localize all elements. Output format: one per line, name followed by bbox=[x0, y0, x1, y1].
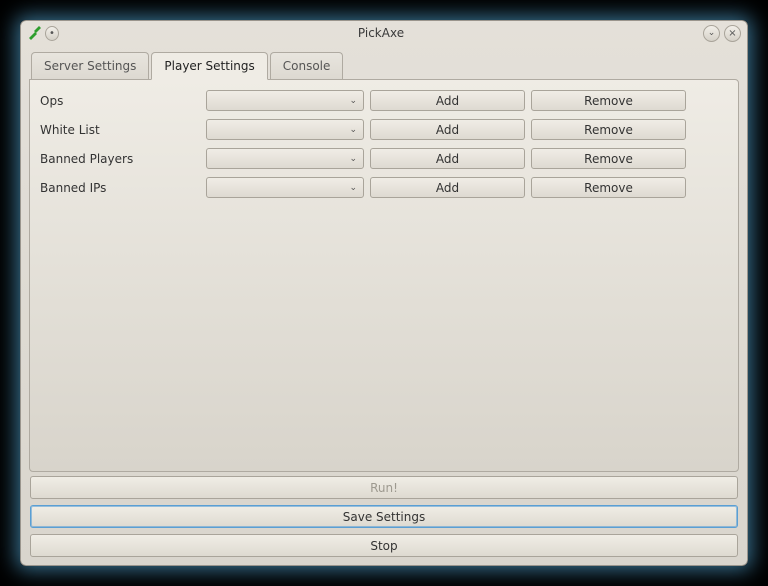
run-button: Run! bbox=[30, 476, 738, 499]
stop-button[interactable]: Stop bbox=[30, 534, 738, 557]
banned-players-add-button[interactable]: Add bbox=[370, 148, 525, 169]
banned-ips-row: Banned IPs ⌄ Add Remove bbox=[40, 177, 728, 198]
ops-dropdown[interactable]: ⌄ bbox=[206, 90, 364, 111]
chevron-down-icon: ⌄ bbox=[349, 183, 357, 193]
banned-ips-label: Banned IPs bbox=[40, 181, 200, 195]
bottom-button-bar: Run! Save Settings Stop bbox=[29, 472, 739, 557]
banned-players-row: Banned Players ⌄ Add Remove bbox=[40, 148, 728, 169]
minimize-button[interactable]: ⌄ bbox=[703, 25, 720, 42]
window-title: PickAxe bbox=[59, 26, 703, 40]
chevron-down-icon: ⌄ bbox=[349, 154, 357, 164]
tab-console[interactable]: Console bbox=[270, 52, 344, 80]
tabstrip: Server Settings Player Settings Console bbox=[31, 51, 739, 79]
tab-server-settings[interactable]: Server Settings bbox=[31, 52, 149, 80]
ops-row: Ops ⌄ Add Remove bbox=[40, 90, 728, 111]
chevron-down-icon: ⌄ bbox=[349, 96, 357, 106]
ops-label: Ops bbox=[40, 94, 200, 108]
banned-players-dropdown[interactable]: ⌄ bbox=[206, 148, 364, 169]
menu-icon[interactable]: • bbox=[45, 26, 59, 40]
titlebar: • PickAxe ⌄ × bbox=[21, 21, 747, 45]
whitelist-add-button[interactable]: Add bbox=[370, 119, 525, 140]
tab-player-settings[interactable]: Player Settings bbox=[151, 52, 267, 80]
banned-ips-remove-button[interactable]: Remove bbox=[531, 177, 686, 198]
banned-players-remove-button[interactable]: Remove bbox=[531, 148, 686, 169]
player-settings-panel: Ops ⌄ Add Remove White List ⌄ Add Remove… bbox=[29, 79, 739, 472]
banned-ips-dropdown[interactable]: ⌄ bbox=[206, 177, 364, 198]
save-settings-button[interactable]: Save Settings bbox=[30, 505, 738, 528]
whitelist-label: White List bbox=[40, 123, 200, 137]
app-icon bbox=[27, 26, 41, 40]
ops-remove-button[interactable]: Remove bbox=[531, 90, 686, 111]
whitelist-dropdown[interactable]: ⌄ bbox=[206, 119, 364, 140]
whitelist-remove-button[interactable]: Remove bbox=[531, 119, 686, 140]
application-window: • PickAxe ⌄ × Server Settings Player Set… bbox=[20, 20, 748, 566]
whitelist-row: White List ⌄ Add Remove bbox=[40, 119, 728, 140]
chevron-down-icon: ⌄ bbox=[349, 125, 357, 135]
ops-add-button[interactable]: Add bbox=[370, 90, 525, 111]
banned-ips-add-button[interactable]: Add bbox=[370, 177, 525, 198]
close-button[interactable]: × bbox=[724, 25, 741, 42]
banned-players-label: Banned Players bbox=[40, 152, 200, 166]
